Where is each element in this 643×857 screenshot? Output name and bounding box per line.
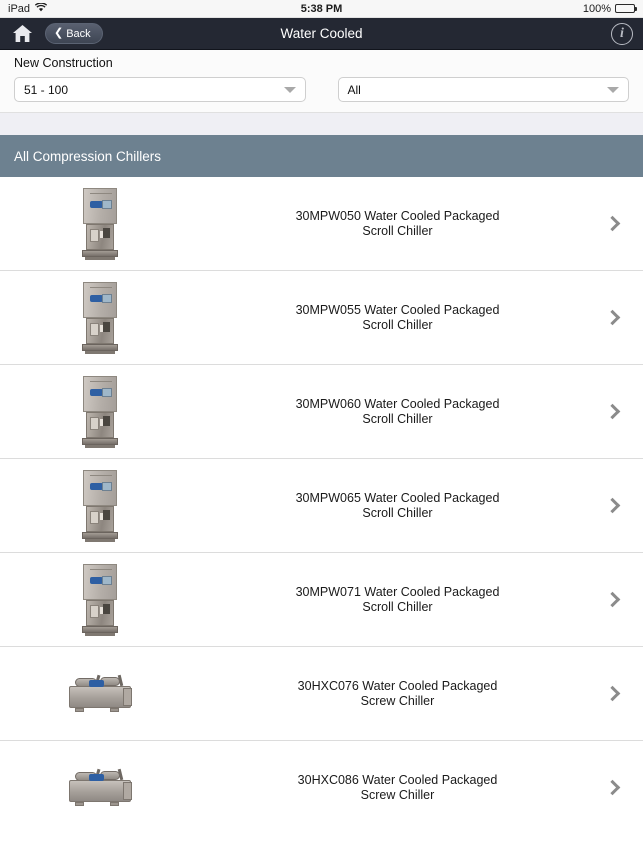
table-row[interactable]: 30HXC086 Water Cooled Packaged Screw Chil…: [0, 741, 643, 818]
disclosure-indicator[interactable]: [595, 215, 629, 232]
spacer-strip: [0, 113, 643, 135]
filter-row: 51 - 100 All: [14, 77, 629, 102]
product-title-line1: 30MPW071 Water Cooled Packaged: [295, 585, 500, 599]
scroll-chiller-image: [80, 281, 120, 354]
chevron-right-icon: [604, 779, 620, 796]
product-title: 30MPW050 Water Cooled Packaged Scroll Chi…: [200, 209, 595, 238]
product-title-line2: Scroll Chiller: [362, 505, 433, 520]
product-title-line1: 30MPW060 Water Cooled Packaged: [295, 397, 500, 411]
home-button[interactable]: [10, 23, 34, 45]
product-title-line2: Scroll Chiller: [362, 599, 433, 614]
caret-down-icon: [607, 86, 619, 93]
battery-full-icon: [615, 4, 637, 13]
disclosure-indicator[interactable]: [595, 779, 629, 796]
back-button-label: Back: [66, 27, 91, 40]
category-value: All: [347, 82, 361, 97]
screw-chiller-image: [67, 768, 133, 808]
product-title-line2: Scroll Chiller: [362, 223, 433, 238]
filter-label: New Construction: [14, 56, 113, 70]
navigation-bar: ❮ Back Water Cooled i: [0, 18, 643, 50]
chevron-right-icon: [604, 497, 620, 514]
chevron-right-icon: [604, 309, 620, 326]
product-thumbnail: [0, 469, 200, 542]
product-thumbnail: [0, 187, 200, 260]
product-thumbnail: [0, 375, 200, 448]
product-title-line2: Screw Chiller: [360, 693, 435, 708]
product-thumbnail: [0, 281, 200, 354]
screw-chiller-image: [67, 674, 133, 714]
disclosure-indicator[interactable]: [595, 497, 629, 514]
device-name: iPad: [8, 2, 31, 15]
table-row[interactable]: 30MPW060 Water Cooled Packaged Scroll Chi…: [0, 365, 643, 459]
product-thumbnail: [0, 563, 200, 636]
section-header: All Compression Chillers: [0, 135, 643, 177]
table-row[interactable]: 30MPW055 Water Cooled Packaged Scroll Chi…: [0, 271, 643, 365]
status-bar: iPad 5:38 PM 100%: [0, 0, 643, 18]
table-row[interactable]: 30MPW071 Water Cooled Packaged Scroll Chi…: [0, 553, 643, 647]
table-row[interactable]: 30MPW050 Water Cooled Packaged Scroll Chi…: [0, 177, 643, 271]
chevron-left-icon: ❮: [54, 27, 64, 39]
disclosure-indicator[interactable]: [595, 591, 629, 608]
product-thumbnail: [0, 768, 200, 808]
status-bar-time: 5:38 PM: [300, 2, 343, 15]
disclosure-indicator[interactable]: [595, 403, 629, 420]
table-row[interactable]: 30HXC076 Water Cooled Packaged Screw Chil…: [0, 647, 643, 741]
product-title: 30MPW065 Water Cooled Packaged Scroll Chi…: [200, 491, 595, 520]
product-list[interactable]: 30MPW050 Water Cooled Packaged Scroll Chi…: [0, 177, 643, 818]
product-title-line2: Scroll Chiller: [362, 317, 433, 332]
product-title: 30MPW060 Water Cooled Packaged Scroll Chi…: [200, 397, 595, 426]
product-title-line1: 30HXC086 Water Cooled Packaged: [297, 773, 498, 787]
product-thumbnail: [0, 674, 200, 714]
product-title-line1: 30MPW065 Water Cooled Packaged: [295, 491, 500, 505]
product-title-line1: 30MPW050 Water Cooled Packaged: [295, 209, 500, 223]
status-bar-left: iPad: [8, 1, 48, 15]
product-title: 30HXC076 Water Cooled Packaged Screw Chil…: [200, 679, 595, 708]
product-title: 30MPW055 Water Cooled Packaged Scroll Chi…: [200, 303, 595, 332]
chevron-right-icon: [604, 591, 620, 608]
tonnage-range-value: 51 - 100: [24, 82, 69, 97]
section-header-title: All Compression Chillers: [14, 148, 162, 164]
tonnage-range-select[interactable]: 51 - 100: [14, 77, 306, 102]
product-title: 30MPW071 Water Cooled Packaged Scroll Chi…: [200, 585, 595, 614]
scroll-chiller-image: [80, 563, 120, 636]
chevron-right-icon: [604, 215, 620, 232]
status-bar-right: 100%: [582, 2, 637, 15]
back-button[interactable]: ❮ Back: [45, 23, 103, 44]
filter-bar: New Construction 51 - 100 All: [0, 50, 643, 113]
chevron-right-icon: [604, 685, 620, 702]
category-select[interactable]: All: [337, 77, 629, 102]
caret-down-icon: [283, 86, 296, 93]
battery-percent: 100%: [582, 2, 611, 15]
home-icon: [12, 25, 32, 42]
wifi-icon: [34, 1, 48, 15]
disclosure-indicator[interactable]: [595, 309, 629, 326]
product-title: 30HXC086 Water Cooled Packaged Screw Chil…: [200, 773, 595, 802]
scroll-chiller-image: [80, 375, 120, 448]
scroll-chiller-image: [80, 469, 120, 542]
product-title-line1: 30MPW055 Water Cooled Packaged: [295, 303, 500, 317]
chevron-right-icon: [604, 403, 620, 420]
product-title-line1: 30HXC076 Water Cooled Packaged: [297, 679, 498, 693]
scroll-chiller-image: [80, 187, 120, 260]
info-circle-icon[interactable]: i: [611, 22, 633, 45]
disclosure-indicator[interactable]: [595, 685, 629, 702]
product-title-line2: Scroll Chiller: [362, 411, 433, 426]
product-title-line2: Screw Chiller: [360, 787, 435, 802]
table-row[interactable]: 30MPW065 Water Cooled Packaged Scroll Chi…: [0, 459, 643, 553]
